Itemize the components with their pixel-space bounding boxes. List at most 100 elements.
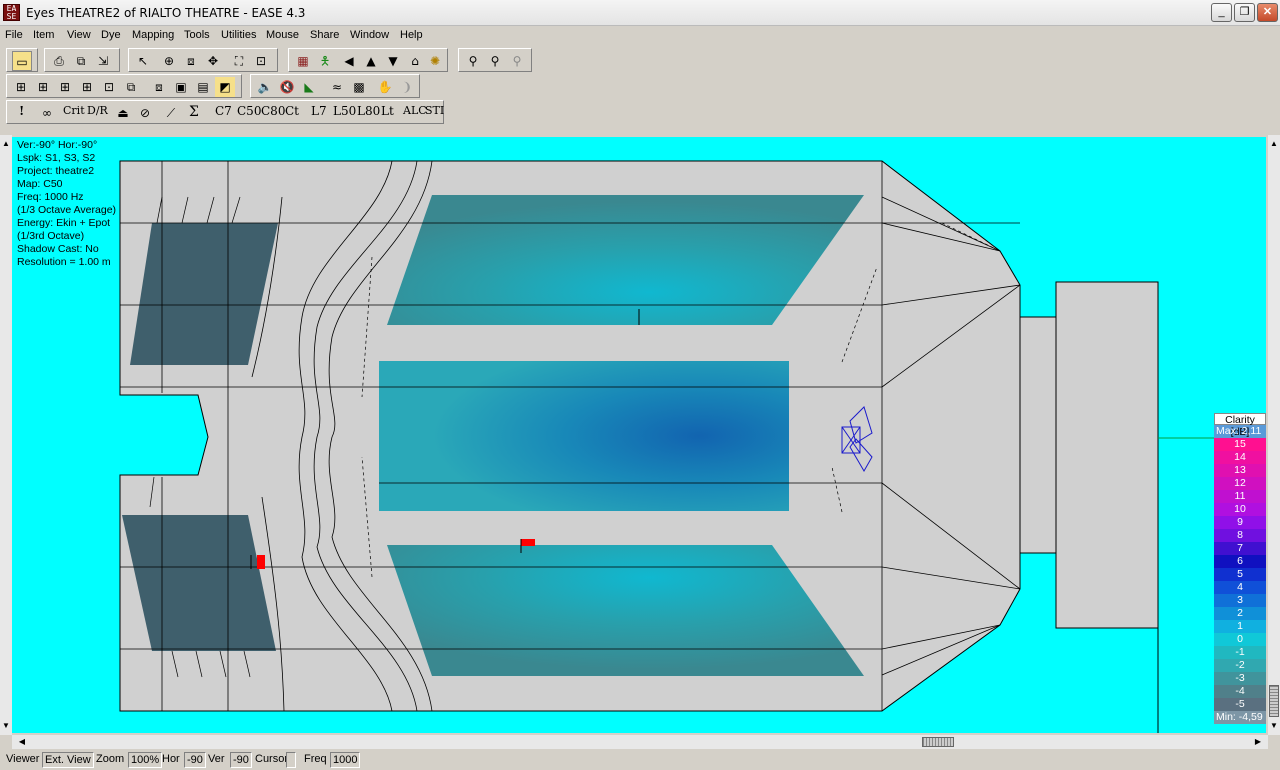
alc-button[interactable]: ALC — [403, 104, 427, 117]
crit-button[interactable]: Crit — [63, 104, 85, 117]
legend-level: 7 — [1214, 542, 1266, 555]
audience-icon[interactable]: ◣ — [299, 77, 319, 97]
no-icon[interactable]: ⊘ — [135, 103, 155, 123]
menu-dye[interactable]: Dye — [101, 29, 121, 41]
zoom-extents-icon[interactable]: ⛶ — [229, 51, 249, 71]
freq-label: Freq — [304, 753, 327, 765]
info-line-energy: Energy: Ekin + Epot — [17, 217, 111, 229]
render-icon[interactable]: ▦ — [293, 51, 313, 71]
light-icon[interactable]: ✺ — [425, 51, 445, 71]
ext-view-button[interactable]: Ext. View — [42, 752, 94, 768]
l50-button[interactable]: L50 — [333, 104, 356, 118]
legend-level: 4 — [1214, 581, 1266, 594]
scroll-up-icon[interactable]: ▲ — [1268, 139, 1280, 148]
fit-view-icon[interactable]: ⊡ — [251, 51, 271, 71]
freq-value[interactable]: 1000 — [330, 752, 361, 768]
picture-icon[interactable]: ▤ — [193, 77, 213, 97]
menu-share[interactable]: Share — [310, 29, 339, 41]
ver-value[interactable]: -90 — [230, 752, 252, 768]
crosshair-icon[interactable]: ⊕ — [159, 51, 179, 71]
arrow-down-icon[interactable]: ▼ — [383, 51, 403, 71]
speaker-aim-icon[interactable]: ⚲ — [485, 51, 505, 71]
print-icon[interactable]: ⎙ — [49, 51, 69, 71]
speaker-icon[interactable]: 🔈 — [255, 77, 275, 97]
scroll-down-icon[interactable]: ▼ — [1268, 721, 1280, 730]
menu-mouse[interactable]: Mouse — [266, 29, 299, 41]
info-panel: Ver:-90° Hor:-90° Lspk: S1, S3, S2 Proje… — [17, 139, 116, 269]
highlight-icon[interactable]: ◩ — [215, 77, 235, 97]
scroll-right-icon[interactable]: ▶ — [1252, 737, 1264, 746]
legend-max: Max: 2,11 — [1214, 425, 1266, 438]
menu-help[interactable]: Help — [400, 29, 423, 41]
vertical-scroll-thumb[interactable] — [1269, 685, 1279, 717]
hor-value[interactable]: -90 — [184, 752, 206, 768]
window-icon[interactable]: ▭ — [12, 51, 32, 71]
sti-button[interactable]: STI — [425, 104, 444, 117]
link-icon[interactable]: ∞ — [37, 103, 57, 123]
scroll-down-icon[interactable]: ▼ — [0, 721, 12, 730]
speaker-array-icon[interactable]: ⚲ — [463, 51, 483, 71]
sum-button[interactable]: Σ — [189, 104, 199, 120]
scroll-left-icon[interactable]: ◀ — [16, 737, 28, 746]
dr-button[interactable]: D/R — [87, 104, 108, 117]
home-icon[interactable]: ⌂ — [405, 51, 425, 71]
legend-level: 1 — [1214, 620, 1266, 633]
frame-icon[interactable]: ⊡ — [99, 77, 119, 97]
c7-button[interactable]: C7 — [215, 104, 232, 118]
ct-button[interactable]: Ct — [285, 104, 299, 118]
menu-mapping[interactable]: Mapping — [132, 29, 174, 41]
close-button[interactable]: ✕ — [1257, 3, 1278, 22]
hand-icon[interactable]: ✋ — [375, 77, 395, 97]
ear-icon[interactable]: ❩ — [397, 77, 417, 97]
cube-icon[interactable]: ⧈ — [149, 77, 169, 97]
info-line-resolution: Resolution = 1.00 m — [17, 256, 111, 268]
layers-icon[interactable]: ⧉ — [121, 77, 141, 97]
arrow-up-icon[interactable]: ▲ — [361, 51, 381, 71]
grid-view-4-icon[interactable]: ⊞ — [77, 77, 97, 97]
l80-button[interactable]: L80 — [357, 104, 380, 118]
menu-tools[interactable]: Tools — [184, 29, 210, 41]
cursor-label: Cursor — [255, 753, 289, 765]
vertical-scrollbar[interactable]: ▲ ▼ — [1268, 135, 1280, 735]
copy-icon[interactable]: ⧉ — [71, 51, 91, 71]
grid-view-3-icon[interactable]: ⊞ — [55, 77, 75, 97]
ease-app-icon[interactable]: EA SE — [3, 4, 20, 21]
menu-item[interactable]: Item — [33, 29, 54, 41]
legend-level: 5 — [1214, 568, 1266, 581]
line-tool-icon[interactable]: ⟋ — [161, 103, 181, 123]
color-legend: Clarity [dB] Max: 2,11 15141312111098765… — [1214, 413, 1266, 724]
box-icon[interactable]: ⏏ — [113, 103, 133, 123]
move-icon[interactable]: ✥ — [203, 51, 223, 71]
zoom-window-icon[interactable]: ⧈ — [181, 51, 201, 71]
menu-view[interactable]: View — [67, 29, 91, 41]
speaker-off-icon[interactable]: ⚲ — [507, 51, 527, 71]
l7-button[interactable]: L7 — [311, 104, 327, 118]
zoom-value[interactable]: 100% — [128, 752, 163, 768]
menu-file[interactable]: File — [5, 29, 23, 41]
scroll-up-icon[interactable]: ▲ — [0, 139, 12, 148]
c80-button[interactable]: C80 — [261, 104, 285, 118]
info-line-lspk: Lspk: S1, S3, S2 — [17, 152, 96, 164]
alert-button[interactable]: ! — [19, 104, 24, 118]
grid-view-icon[interactable]: ⊞ — [11, 77, 31, 97]
room-map-canvas[interactable]: Ver:-90° Hor:-90° Lspk: S1, S3, S2 Proje… — [12, 137, 1266, 733]
horizontal-scrollbar[interactable]: ◀ ▶ — [12, 735, 1268, 749]
maximize-button[interactable]: ❐ — [1234, 3, 1255, 22]
speaker-mute-icon[interactable]: 🔇 — [277, 77, 297, 97]
pointer-icon[interactable]: ↖ — [133, 51, 153, 71]
grid-view-2-icon[interactable]: ⊞ — [33, 77, 53, 97]
legend-level: -3 — [1214, 672, 1266, 685]
minimize-button[interactable]: _ — [1211, 3, 1232, 22]
menu-utilities[interactable]: Utilities — [221, 29, 256, 41]
mesh-icon[interactable]: ▩ — [349, 77, 369, 97]
export-icon[interactable]: ⇲ — [93, 51, 113, 71]
wave-icon[interactable]: ≈ — [327, 77, 347, 97]
lt-button[interactable]: Lt — [381, 104, 394, 118]
cube-face-icon[interactable]: ▣ — [171, 77, 191, 97]
walk-icon[interactable]: 🯅 — [315, 51, 335, 71]
c50-button[interactable]: C50 — [237, 104, 261, 118]
arrow-left-icon[interactable]: ◀ — [339, 51, 359, 71]
horizontal-scroll-thumb[interactable] — [922, 737, 954, 747]
vertical-scrollbar-left[interactable]: ▲ ▼ — [0, 135, 12, 735]
menu-window[interactable]: Window — [350, 29, 389, 41]
